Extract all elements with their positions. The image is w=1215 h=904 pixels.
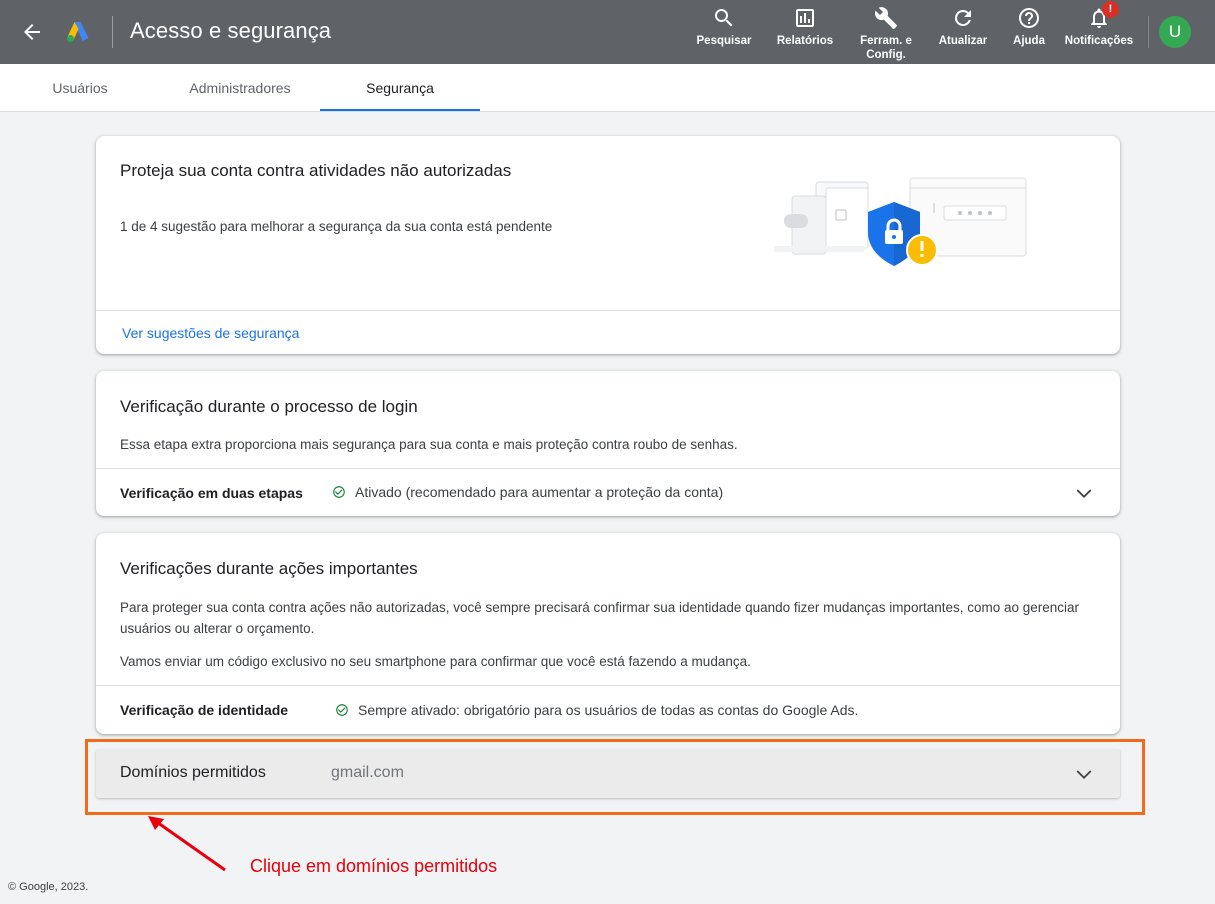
- google-ads-logo-icon: [67, 22, 89, 42]
- login-verification-card: Verificação durante o processo de login …: [96, 371, 1120, 516]
- back-arrow-icon[interactable]: [20, 20, 44, 44]
- page-title: Acesso e segurança: [130, 18, 332, 43]
- wrench-icon: [874, 7, 897, 29]
- security-suggestions-card: Proteja sua conta contra atividades não …: [96, 136, 1120, 354]
- search-icon: [715, 9, 733, 27]
- chevron-down-icon[interactable]: [1075, 484, 1093, 502]
- notifications-tool-label: Notificações: [1064, 35, 1134, 47]
- header-divider: [112, 16, 113, 48]
- important-actions-code-text: Vamos enviar um código exclusivo no seu …: [120, 654, 751, 669]
- two-step-verification-label: Verificação em duas etapas: [120, 485, 303, 501]
- search-tool-button[interactable]: Pesquisar: [695, 6, 753, 48]
- reports-tool-label: Relatórios: [776, 35, 834, 47]
- top-bar: Acesso e segurança Pesquisar Relatórios …: [0, 0, 1215, 64]
- card-divider: [96, 685, 1120, 686]
- tab-seguranca[interactable]: Segurança: [320, 64, 480, 112]
- login-verification-title: Verificação durante o processo de login: [120, 397, 418, 416]
- annotation-text: Clique em domínios permitidos: [250, 856, 498, 876]
- suggestions-pending-text: 1 de 4 sugestão para melhorar a seguranç…: [120, 219, 553, 234]
- refresh-tool-label: Atualizar: [938, 35, 988, 47]
- identity-status-text: Sempre ativado: obrigatório para os usuá…: [358, 702, 859, 718]
- help-tool-button[interactable]: Ajuda: [1010, 6, 1048, 48]
- avatar-divider: [1148, 16, 1149, 48]
- tools-settings-button[interactable]: Ferram. e Config.: [855, 6, 917, 62]
- view-security-suggestions-link[interactable]: Ver sugestões de segurança: [122, 325, 299, 341]
- important-actions-card: Verificações durante ações importantes P…: [96, 533, 1120, 734]
- notification-badge: !: [1102, 1, 1119, 18]
- suggestions-card-title: Proteja sua conta contra atividades não …: [120, 161, 512, 180]
- reports-tool-button[interactable]: Relatórios: [775, 6, 835, 48]
- refresh-icon: [954, 9, 971, 26]
- tools-settings-label: Ferram. e Config.: [860, 35, 912, 61]
- tab-administradores[interactable]: Administradores: [160, 64, 320, 112]
- search-tool-label: Pesquisar: [696, 35, 752, 47]
- identity-verification-status: Sempre ativado: obrigatório para os usuá…: [335, 702, 858, 718]
- notification-icon-wrap: !: [1087, 1, 1119, 30]
- annotation-arrow-icon: [148, 816, 226, 872]
- active-tab-indicator: [320, 109, 480, 111]
- security-illustration-icon: [774, 177, 1027, 266]
- important-actions-title: Verificações durante ações importantes: [120, 559, 418, 578]
- tab-bar: Usuários Administradores Segurança: [0, 64, 1215, 112]
- login-verification-description: Essa etapa extra proporciona mais segura…: [120, 437, 738, 452]
- footer-copyright: © Google, 2023.: [8, 881, 89, 893]
- highlight-box: [85, 739, 1145, 815]
- two-step-verification-status: Ativado (recomendado para aumentar a pro…: [332, 484, 723, 500]
- card-divider: [96, 310, 1120, 311]
- reports-icon: [796, 9, 814, 27]
- notifications-tool-button[interactable]: ! Notificações: [1062, 1, 1136, 48]
- card-divider: [96, 468, 1120, 469]
- tab-usuarios[interactable]: Usuários: [0, 64, 160, 112]
- important-actions-description: Para proteger sua conta contra ações não…: [120, 600, 1080, 636]
- check-circle-icon: [336, 704, 348, 716]
- check-circle-icon: [333, 486, 345, 498]
- help-tool-label: Ajuda: [1013, 35, 1045, 47]
- two-step-status-text: Ativado (recomendado para aumentar a pro…: [355, 484, 724, 500]
- identity-verification-label: Verificação de identidade: [120, 702, 289, 718]
- help-icon: [1019, 8, 1039, 28]
- avatar[interactable]: U: [1159, 16, 1191, 48]
- refresh-tool-button[interactable]: Atualizar: [935, 6, 991, 48]
